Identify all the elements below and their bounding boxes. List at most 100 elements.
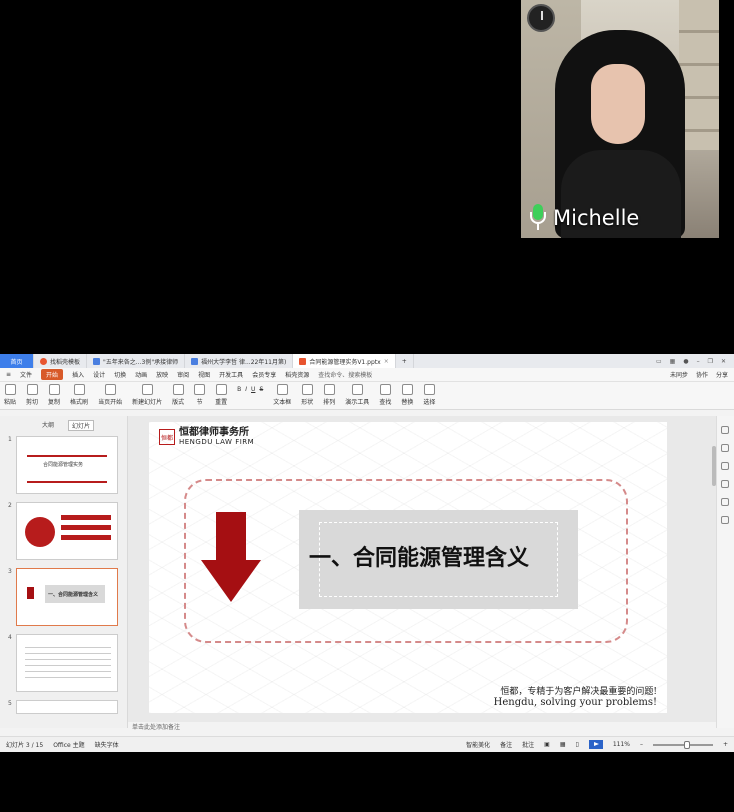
zoom-out-button[interactable]: – bbox=[640, 741, 643, 748]
slide-thumb-4[interactable] bbox=[16, 634, 118, 692]
missing-font-button[interactable]: 缺失字体 bbox=[95, 740, 119, 749]
screen: Michelle 首页 找稻壳模板 "五年来各之...3例"承接律师 福州大学李… bbox=[0, 0, 734, 812]
paste-button[interactable]: 粘贴 bbox=[4, 384, 16, 406]
presentation-tools-button[interactable]: 演示工具 bbox=[345, 384, 369, 406]
sidebar-tool-icon[interactable] bbox=[721, 462, 729, 470]
layout-icon[interactable]: ▭ bbox=[656, 358, 662, 365]
ribbon-label: 形状 bbox=[301, 399, 314, 406]
underline-button[interactable]: U bbox=[251, 386, 255, 393]
strike-button[interactable]: S bbox=[259, 386, 263, 393]
tab-bar: 首页 找稻壳模板 "五年来各之...3例"承接律师 福州大学李哲 律...22年… bbox=[0, 354, 734, 368]
firm-name-block: 恒都律师事务所 HENGDU LAW FIRM bbox=[179, 428, 254, 447]
apps-icon[interactable]: ▦ bbox=[670, 358, 676, 365]
avatar[interactable]: ● bbox=[683, 358, 688, 365]
italic-button[interactable]: I bbox=[245, 386, 247, 393]
play-current-button[interactable]: 当页开始 bbox=[98, 384, 122, 406]
menu-file[interactable]: 文件 bbox=[20, 370, 32, 379]
reading-view-icon[interactable]: ▯ bbox=[576, 741, 579, 748]
slideshow-play-button[interactable] bbox=[588, 740, 603, 749]
notes-button[interactable]: 备注 bbox=[500, 740, 512, 749]
zoom-knob[interactable] bbox=[683, 740, 690, 749]
close-window-icon[interactable]: ✕ bbox=[721, 358, 726, 365]
ppt-icon bbox=[299, 357, 307, 365]
current-slide[interactable]: 恒都 恒都律师事务所 HENGDU LAW FIRM 一、合同能源管理含义 恒都… bbox=[149, 422, 667, 713]
tab-templates[interactable]: 找稻壳模板 bbox=[34, 354, 88, 368]
sorter-view-icon[interactable]: ▦ bbox=[560, 741, 566, 748]
sidebar-tool-icon[interactable] bbox=[721, 426, 729, 434]
thumb-title: 一、合同能源管理含义 bbox=[48, 592, 99, 598]
command-search[interactable]: 查找命令、搜索模板 bbox=[318, 370, 372, 379]
menu-bar: ≡ 文件 开始 插入 设计 切换 动画 放映 审阅 视图 开发工具 会员专享 稻… bbox=[0, 368, 734, 382]
sidebar-tool-icon[interactable] bbox=[721, 516, 729, 524]
slide-title: 一、合同能源管理含义 bbox=[309, 546, 530, 571]
menu-slideshow[interactable]: 放映 bbox=[156, 370, 168, 379]
menu-docer[interactable]: 稻壳资源 bbox=[285, 370, 309, 379]
tab-doc-1[interactable]: "五年来各之...3例"承接律师 bbox=[87, 354, 186, 368]
slide-number: 1 bbox=[8, 436, 12, 443]
menu-transition[interactable]: 切换 bbox=[114, 370, 126, 379]
collaborate-button[interactable]: 协作 bbox=[696, 370, 708, 379]
new-slide-button[interactable]: 新建幻灯片 bbox=[132, 384, 162, 406]
sidebar-tool-icon[interactable] bbox=[721, 444, 729, 452]
zoom-in-button[interactable]: + bbox=[723, 741, 728, 748]
sidebar-tool-icon[interactable] bbox=[721, 480, 729, 488]
menu-start[interactable]: 开始 bbox=[41, 369, 64, 380]
menu-design[interactable]: 设计 bbox=[93, 370, 105, 379]
minimize-icon[interactable]: – bbox=[697, 358, 700, 365]
notes-area[interactable]: 单击此处添加备注 bbox=[128, 722, 716, 732]
menu-icon[interactable]: ≡ bbox=[6, 371, 11, 378]
replace-button[interactable]: 替换 bbox=[401, 384, 413, 406]
menu-insert[interactable]: 插入 bbox=[72, 370, 84, 379]
tab-outline[interactable]: 大纲 bbox=[42, 420, 54, 431]
layout-button[interactable]: 版式 bbox=[172, 384, 184, 406]
new-tab-button[interactable]: + bbox=[396, 354, 414, 368]
section-button[interactable]: 节 bbox=[194, 384, 206, 406]
comments-button[interactable]: 批注 bbox=[522, 740, 534, 749]
menu-animation[interactable]: 动画 bbox=[135, 370, 147, 379]
tab-doc-2[interactable]: 福州大学李哲 律...22年11月第) bbox=[185, 354, 294, 368]
close-tab-icon[interactable]: × bbox=[384, 358, 389, 365]
arrange-button[interactable]: 排列 bbox=[323, 384, 335, 406]
play-icon bbox=[104, 384, 116, 395]
thumb-decor bbox=[61, 515, 111, 520]
tab-home[interactable]: 首页 bbox=[0, 354, 34, 368]
shape-button[interactable]: 形状 bbox=[301, 384, 313, 406]
sidebar-tool-icon[interactable] bbox=[721, 498, 729, 506]
tab-pptx[interactable]: 合同能源管理实务V1.pptx × bbox=[293, 354, 396, 368]
restore-icon[interactable]: ❐ bbox=[708, 358, 713, 365]
menu-member[interactable]: 会员专享 bbox=[252, 370, 276, 379]
slogan-cn: 恒都，专精于为客户解决最重要的问题! bbox=[500, 687, 657, 697]
firm-seal: 恒都 bbox=[159, 429, 175, 445]
sync-status[interactable]: 未同步 bbox=[670, 370, 688, 379]
slide-thumb-3[interactable]: 一、合同能源管理含义 bbox=[16, 568, 118, 626]
status-bar: 幻灯片 3 / 15 Office 主题 缺失字体 智能美化 备注 批注 ▣ ▦… bbox=[0, 736, 734, 752]
normal-view-icon[interactable]: ▣ bbox=[544, 741, 550, 748]
menu-devtools[interactable]: 开发工具 bbox=[219, 370, 243, 379]
slide-thumb-2[interactable] bbox=[16, 502, 118, 560]
font-format-group: B I U S bbox=[237, 386, 263, 393]
reset-button[interactable]: 重置 bbox=[215, 384, 227, 406]
slide-thumb-1[interactable]: 合同能源管理实务 bbox=[16, 436, 118, 494]
find-button[interactable]: 查找 bbox=[379, 384, 391, 406]
slide-canvas: 恒都 恒都律师事务所 HENGDU LAW FIRM 一、合同能源管理含义 恒都… bbox=[128, 416, 716, 728]
smart-beautify-button[interactable]: 智能美化 bbox=[466, 740, 490, 749]
copy-button[interactable]: 复制 bbox=[48, 384, 60, 406]
bold-button[interactable]: B bbox=[237, 386, 241, 393]
tab-slides[interactable]: 幻灯片 bbox=[68, 420, 95, 431]
thumb-decor bbox=[25, 517, 55, 547]
menu-review[interactable]: 审阅 bbox=[177, 370, 189, 379]
thumb-title: 合同能源管理实务 bbox=[43, 462, 84, 468]
format-painter-button[interactable]: 格式刷 bbox=[70, 384, 88, 406]
slide-thumb-5[interactable] bbox=[16, 700, 118, 714]
tab-label: 福州大学李哲 律...22年11月第) bbox=[201, 358, 287, 366]
textbox-button[interactable]: 文本框 bbox=[273, 384, 291, 406]
share-button[interactable]: 分享 bbox=[716, 370, 728, 379]
menu-view[interactable]: 视图 bbox=[198, 370, 210, 379]
tab-label: 合同能源管理实务V1.pptx bbox=[309, 358, 381, 366]
participant-name-bar: Michelle bbox=[529, 204, 639, 232]
video-tile[interactable]: Michelle bbox=[521, 0, 719, 238]
select-button[interactable]: 选择 bbox=[423, 384, 435, 406]
slide-number: 2 bbox=[8, 502, 12, 509]
cut-button[interactable]: 剪切 bbox=[26, 384, 38, 406]
zoom-slider[interactable] bbox=[652, 740, 713, 749]
